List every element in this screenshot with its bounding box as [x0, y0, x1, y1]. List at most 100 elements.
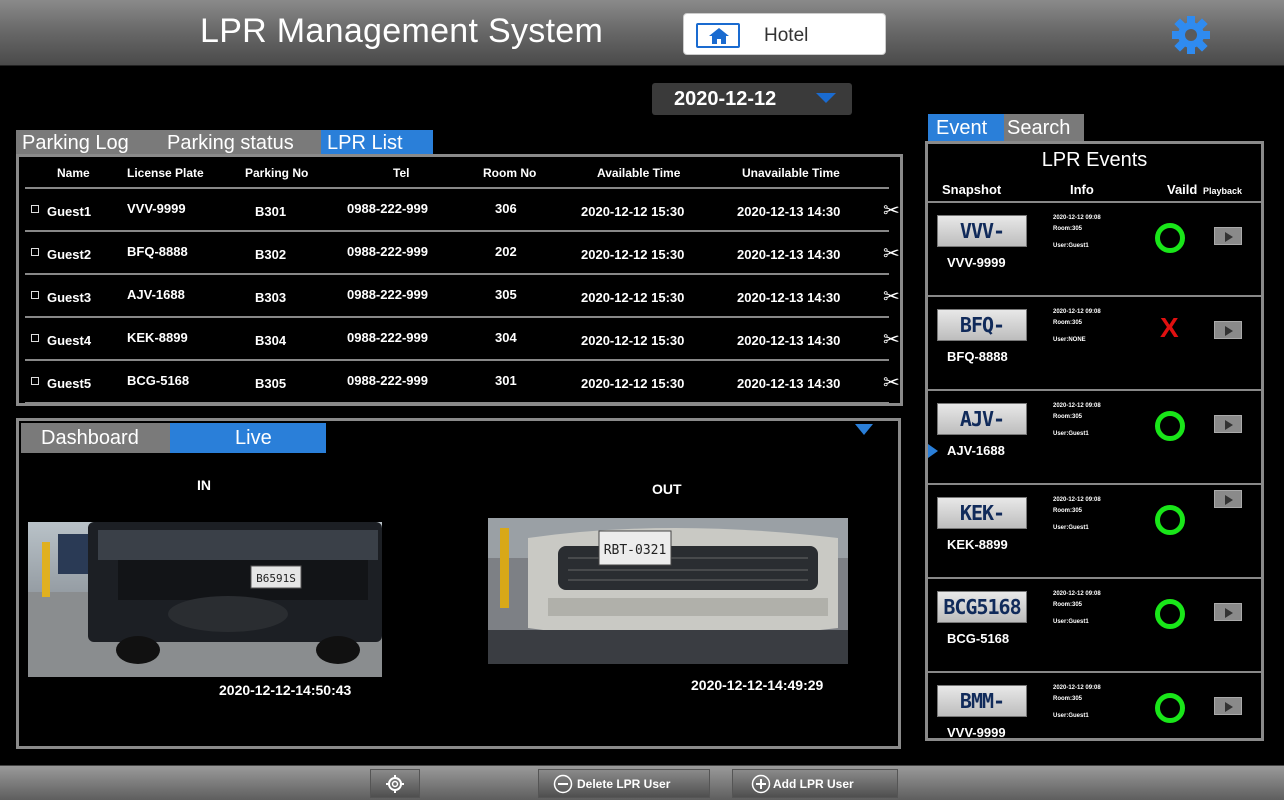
row-checkbox[interactable] — [31, 334, 39, 342]
cell-available-time: 2020-12-12 15:30 — [581, 333, 685, 348]
event-row[interactable]: BMM-2013 VVV-9999 2020-12-12 09:08 Room:305… — [928, 671, 1261, 766]
add-lpr-user-button[interactable]: Add LPR User — [732, 769, 898, 798]
valid-circle-icon — [1155, 223, 1185, 253]
col-valid: Vaild — [1167, 182, 1198, 197]
event-info-line: User:Guest1 — [1053, 431, 1089, 437]
row-checkbox[interactable] — [31, 205, 39, 213]
play-icon[interactable] — [1214, 415, 1242, 433]
date-select[interactable]: 2020-12-12 — [652, 83, 852, 115]
event-row[interactable]: BCG5168 BCG-5168 2020-12-12 09:08 Room:305 U… — [928, 577, 1261, 672]
tools-icon[interactable]: ✂ — [883, 370, 900, 395]
valid-circle-icon — [1155, 693, 1185, 723]
plate-caption: AJV-1688 — [947, 443, 1005, 458]
cell-tel: 0988-222-999 — [347, 373, 428, 388]
tab-event[interactable]: Event — [928, 114, 1004, 142]
app-header: LPR Management System Hotel — [0, 0, 1284, 66]
cell-available-time: 2020-12-12 15:30 — [581, 204, 685, 219]
camera-in-image[interactable]: B6591S — [28, 522, 382, 677]
tab-parking-status[interactable]: Parking status — [161, 130, 321, 156]
tab-live[interactable]: Live — [170, 423, 326, 453]
cell-parking-no: B302 — [255, 247, 287, 262]
play-icon[interactable] — [1214, 227, 1242, 245]
tools-icon[interactable]: ✂ — [883, 327, 900, 352]
table-row[interactable]: Guest2 BFQ-8888 B302 0988-222-999 202 2020-12… — [25, 232, 900, 275]
cell-room-no: 306 — [495, 201, 517, 216]
plate-snapshot[interactable]: KEK-8899 — [937, 497, 1027, 529]
cell-parking-no: B301 — [255, 204, 287, 219]
cell-tel: 0988-222-999 — [347, 287, 428, 302]
play-icon[interactable] — [1214, 490, 1242, 508]
tools-icon[interactable]: ✂ — [883, 284, 900, 309]
delete-lpr-user-label: Delete LPR User — [577, 777, 671, 791]
event-row[interactable]: VVV-9999 VVV-9999 2020-12-12 09:08 Room:305… — [928, 201, 1261, 296]
live-panel: Dashboard Live IN OUT B6591S 2020-12-12-… — [16, 418, 901, 749]
camera-out-image[interactable]: RBT-0321 — [488, 518, 848, 664]
plate-snapshot[interactable]: AJV-1688 — [937, 403, 1027, 435]
camera-in-plate: B6591S — [256, 572, 296, 585]
play-icon[interactable] — [1214, 697, 1242, 715]
settings-icon — [386, 775, 404, 793]
gear-icon[interactable] — [1168, 14, 1214, 56]
event-info-line: User:Guest1 — [1053, 713, 1089, 719]
lpr-events-panel: LPR Events Snapshot Info Vaild Playback … — [925, 141, 1264, 741]
cell-unavailable-time: 2020-12-13 14:30 — [737, 247, 841, 262]
cell-available-time: 2020-12-12 15:30 — [581, 290, 685, 305]
cell-license-plate: AJV-1688 — [127, 287, 185, 302]
dropdown-caret-icon — [816, 93, 836, 103]
plus-circle-icon — [751, 774, 771, 794]
col-name: Name — [57, 166, 90, 180]
table-row[interactable]: Guest1 VVV-9999 B301 0988-222-999 306 2020-12… — [25, 189, 900, 232]
col-license-plate: License Plate — [127, 166, 204, 180]
hotel-label: Hotel — [764, 25, 809, 46]
col-playback: Playback — [1203, 186, 1243, 196]
settings-button[interactable] — [370, 769, 420, 798]
row-checkbox[interactable] — [31, 248, 39, 256]
plate-snapshot[interactable]: VVV-9999 — [937, 215, 1027, 247]
row-checkbox[interactable] — [31, 291, 39, 299]
event-info-line: 2020-12-12 09:08 — [1053, 403, 1101, 409]
event-row[interactable]: KEK-8899 KEK-8899 2020-12-12 09:08 Room:305… — [928, 483, 1261, 578]
event-row[interactable]: AJV-1688 AJV-1688 2020-12-12 09:08 Room:305… — [928, 389, 1261, 484]
minus-circle-icon — [553, 774, 573, 794]
cell-name: Guest1 — [47, 204, 92, 219]
cell-license-plate: BCG-5168 — [127, 373, 190, 388]
cell-license-plate: VVV-9999 — [127, 201, 186, 216]
hotel-selector[interactable]: Hotel — [683, 13, 886, 55]
table-header: Name License Plate Parking No Tel Room N… — [25, 157, 889, 189]
plate-snapshot[interactable]: BMM-2013 — [937, 685, 1027, 717]
col-parking-no: Parking No — [245, 166, 309, 180]
tab-dashboard[interactable]: Dashboard — [21, 423, 170, 453]
plate-caption: KEK-8899 — [947, 537, 1008, 552]
plate-caption: BFQ-8888 — [947, 349, 1008, 364]
play-icon[interactable] — [1214, 603, 1242, 621]
home-button[interactable] — [696, 23, 740, 48]
add-lpr-user-label: Add LPR User — [773, 777, 854, 791]
plate-snapshot[interactable]: BFQ-8888 — [937, 309, 1027, 341]
event-row[interactable]: BFQ-8888 BFQ-8888 2020-12-12 09:08 Room:305… — [928, 295, 1261, 390]
play-icon[interactable] — [1214, 321, 1242, 339]
date-value: 2020-12-12 — [674, 88, 777, 110]
cell-tel: 0988-222-999 — [347, 330, 428, 345]
table-row[interactable]: Guest4 KEK-8899 B304 0988-222-999 304 2020-12… — [25, 318, 900, 361]
tab-search[interactable]: Search — [1004, 114, 1084, 142]
col-unavailable-time: Unavailable Time — [742, 166, 840, 180]
row-checkbox[interactable] — [31, 377, 39, 385]
table-body: Guest1 VVV-9999 B301 0988-222-999 306 2020-12… — [25, 189, 900, 404]
table-row[interactable]: Guest3 AJV-1688 B303 0988-222-999 305 2020-12… — [25, 275, 900, 318]
tools-icon[interactable]: ✂ — [883, 241, 900, 266]
table-row[interactable]: Guest5 BCG-5168 B305 0988-222-999 301 2020-12… — [25, 361, 900, 404]
tab-parking-log[interactable]: Parking Log — [16, 130, 161, 156]
cell-parking-no: B305 — [255, 376, 287, 391]
plate-caption: VVV-9999 — [947, 725, 1006, 740]
plate-snapshot[interactable]: BCG5168 — [937, 591, 1027, 623]
cell-unavailable-time: 2020-12-13 14:30 — [737, 333, 841, 348]
event-info-line: Room:305 — [1053, 320, 1083, 326]
cell-available-time: 2020-12-12 15:30 — [581, 247, 685, 262]
valid-circle-icon — [1155, 505, 1185, 535]
camera-out-timestamp: 2020-12-12-14:49:29 — [691, 677, 824, 693]
delete-lpr-user-button[interactable]: Delete LPR User — [538, 769, 710, 798]
tools-icon[interactable]: ✂ — [883, 198, 900, 223]
event-info-line: Room:305 — [1053, 414, 1083, 420]
tab-lpr-list[interactable]: LPR List — [321, 130, 433, 156]
collapse-caret-icon[interactable] — [855, 424, 873, 435]
